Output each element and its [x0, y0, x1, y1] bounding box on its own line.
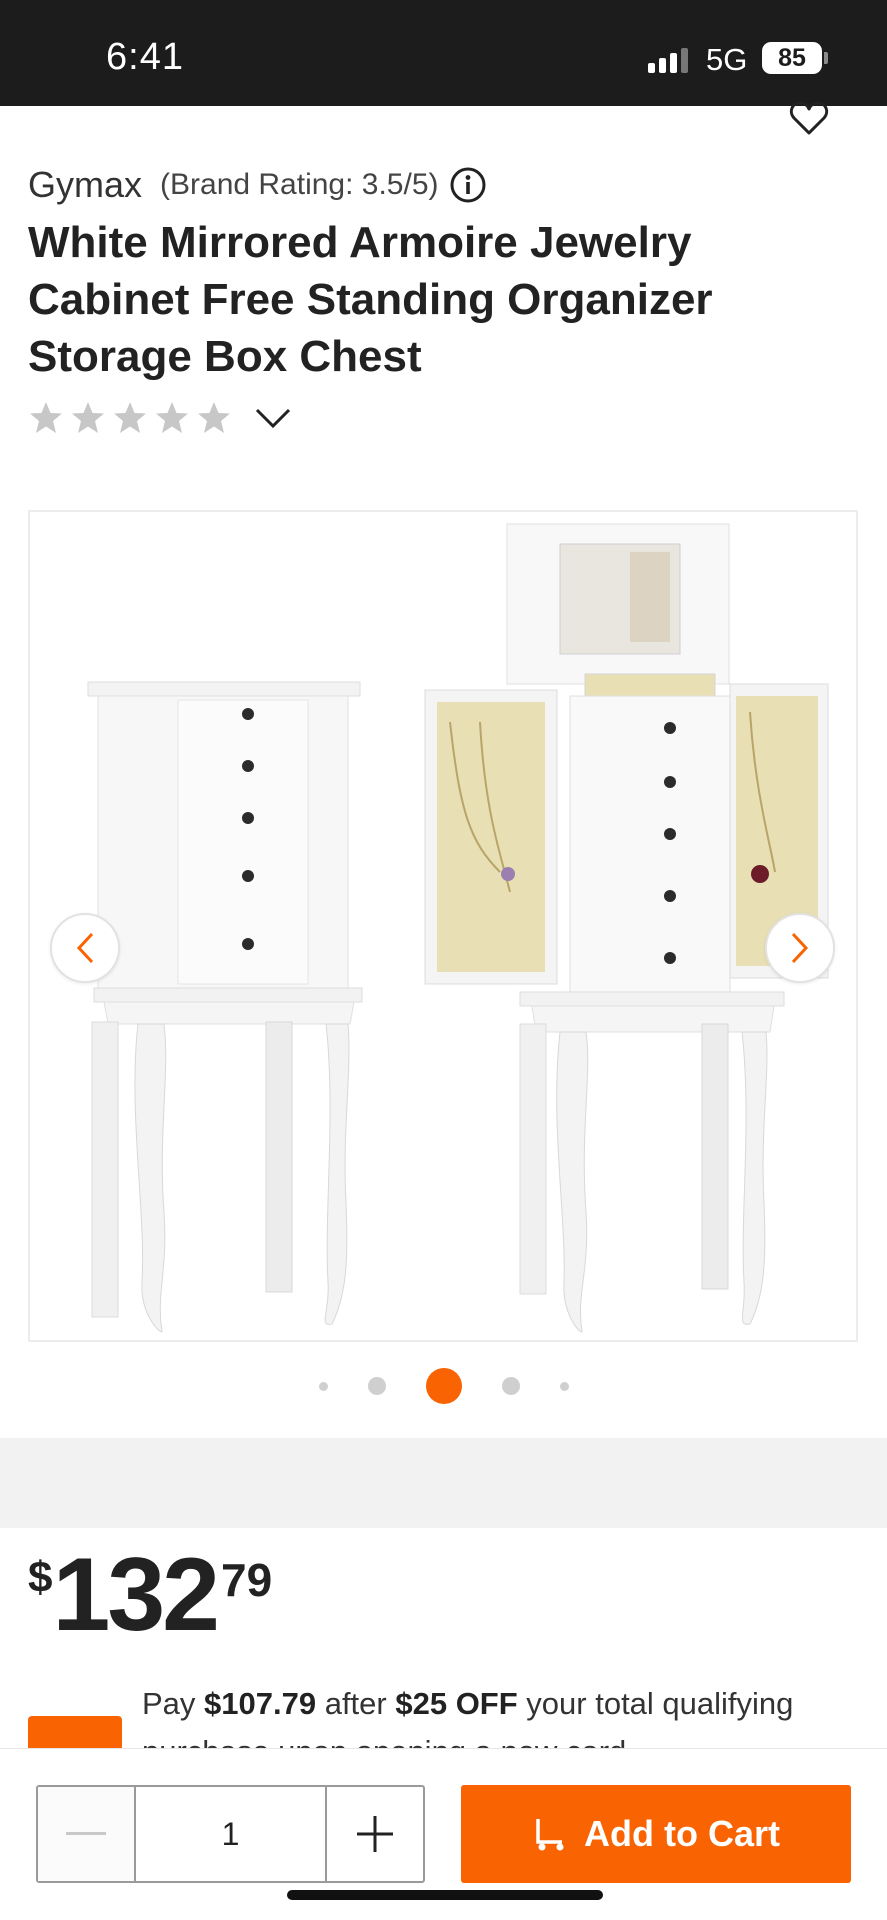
card-promo[interactable]: Pay $107.79 after $25 OFF your total qua… — [0, 1680, 887, 1748]
brand-link[interactable]: Gymax — [28, 164, 142, 206]
pagination-dot[interactable] — [501, 1377, 520, 1395]
credit-card-icon — [28, 1716, 122, 1748]
battery-tip — [824, 52, 828, 64]
battery-icon: 85 — [762, 42, 822, 74]
add-to-cart-button[interactable]: Add to Cart — [461, 1785, 851, 1883]
add-to-cart-label: Add to Cart — [584, 1813, 780, 1854]
product-title: White Mirrored Armoire Jewelry Cabinet F… — [28, 218, 713, 381]
decrease-quantity-button[interactable] — [38, 1787, 134, 1881]
status-time: 6:41 — [106, 36, 184, 78]
brand-rating: (Brand Rating: 3.5/5) — [160, 168, 439, 201]
pagination-dot[interactable] — [559, 1381, 569, 1391]
gallery-pagination — [0, 1368, 887, 1404]
previous-image-button[interactable] — [50, 913, 120, 983]
pagination-dot[interactable] — [367, 1377, 386, 1395]
star-icon — [30, 402, 62, 433]
quantity-input[interactable]: 1 — [134, 1787, 327, 1881]
price-whole: 132 — [52, 1537, 220, 1653]
price-dollar-sign: $ — [28, 1553, 53, 1602]
price-cents: 79 — [221, 1554, 273, 1606]
quantity-stepper: 1 — [36, 1785, 425, 1883]
pagination-dot[interactable] — [318, 1381, 328, 1391]
minus-icon — [66, 1832, 106, 1835]
info-icon[interactable] — [449, 166, 487, 204]
status-bar: 6:41 5G 85 — [0, 0, 887, 106]
rating-stars[interactable] — [28, 400, 292, 436]
home-indicator — [287, 1890, 603, 1900]
price: $ 132 79 — [28, 1537, 273, 1653]
signal-icon — [648, 48, 688, 73]
star-icon — [114, 402, 146, 433]
promo-text: Pay $107.79 after $25 OFF your total qua… — [142, 1686, 794, 1748]
brand-row: Gymax (Brand Rating: 3.5/5) — [28, 164, 487, 206]
star-icon — [156, 402, 188, 433]
plus-icon — [357, 1816, 393, 1852]
product-image[interactable] — [28, 510, 858, 1342]
section-divider — [0, 1438, 887, 1528]
chevron-right-icon — [791, 932, 809, 964]
star-icon — [198, 402, 230, 433]
product-gallery — [0, 480, 887, 1435]
dolly-icon — [536, 1819, 564, 1851]
star-icon — [72, 402, 104, 433]
jewelry-cabinet-illustration — [87, 523, 829, 1333]
increase-quantity-button[interactable] — [327, 1787, 423, 1881]
pagination-dot-active[interactable] — [425, 1368, 462, 1404]
chevron-down-icon[interactable] — [254, 406, 292, 430]
next-image-button[interactable] — [765, 913, 835, 983]
chevron-left-icon — [76, 932, 94, 964]
heart-icon[interactable] — [789, 100, 829, 136]
network-label: 5G — [706, 42, 748, 77]
